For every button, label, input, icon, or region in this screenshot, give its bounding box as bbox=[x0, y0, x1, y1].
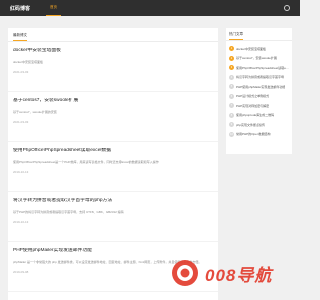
popular-posts-title: 热门文章 bbox=[229, 32, 243, 40]
sidebar-item[interactable]: 2 基于centos7，安装swoole扩展 bbox=[229, 54, 289, 64]
nav-home-link[interactable]: 首页 bbox=[46, 0, 62, 16]
sidebar-item[interactable]: 8 使用phpqrcode库生成二维码 bbox=[229, 111, 289, 121]
article-title-link[interactable]: 使用PhpOffice\PhpSpreadsheet读取excel数据 bbox=[13, 148, 213, 154]
sidebar-item-label: 使用PhpOffice\PhpSpreadsheet读取excel数据 bbox=[236, 65, 289, 70]
sidebar-item-label: 基于centos7，安装swoole扩展 bbox=[236, 56, 277, 61]
article-excerpt: docker中安装宝塔面板 bbox=[13, 60, 44, 64]
sidebar-item[interactable]: 10 常用PHP的Open数据结构 bbox=[229, 130, 289, 140]
watermark-logo-icon bbox=[168, 258, 202, 288]
sidebar-item[interactable]: 1 docker中安装宝塔面板 bbox=[229, 44, 289, 54]
sidebar-item[interactable]: 9 php实现文件断点续传 bbox=[229, 120, 289, 130]
article-date: 2021-03-03 bbox=[13, 120, 29, 124]
latest-posts-title: 最新博文 bbox=[13, 33, 27, 41]
popular-posts-header: 热门文章 bbox=[226, 28, 292, 41]
article-date: 2019-10-13 bbox=[13, 170, 29, 174]
sidebar-item[interactable]: 6 PHP设计模式之单例模式 bbox=[229, 92, 289, 102]
sidebar-item-label: 将汉字转为拼音或者提取汉字首字母 bbox=[236, 75, 285, 80]
rank-badge: 1 bbox=[229, 46, 234, 52]
latest-posts-header: 最新博文 bbox=[8, 28, 218, 42]
article-excerpt: 基于centos7，swoole扩展的安装 bbox=[13, 110, 57, 114]
article-item: docker中安装宝塔面板 docker中安装宝塔面板 2021-03-03 bbox=[8, 42, 218, 92]
rank-badge: 4 bbox=[229, 74, 234, 80]
rank-badge: 2 bbox=[229, 55, 234, 61]
article-excerpt: 基于PHP的将汉字转为拼音或者提取汉字首字母，支持 UTF8、GBK、GB231… bbox=[13, 210, 124, 214]
popular-posts-list: 1 docker中安装宝塔面板 2 基于centos7，安装swoole扩展 3… bbox=[226, 44, 292, 139]
watermark-text: 008导航 bbox=[205, 265, 273, 285]
article-title-link[interactable]: 基于centos7，安装swoole扩展 bbox=[13, 98, 213, 104]
article-title-link[interactable]: 将汉字转为拼音或者提取汉字首字母的php方法 bbox=[13, 198, 213, 204]
article-date: 2021-03-03 bbox=[13, 70, 29, 74]
rank-badge: 5 bbox=[229, 84, 234, 90]
article-excerpt: 使用PhpOffice\PhpSpreadsheet是一个PHP类库，用来读写表… bbox=[13, 160, 159, 164]
top-navigation-bar: 红码博客 首页 bbox=[0, 0, 300, 16]
article-item: 基于centos7，安装swoole扩展 基于centos7，swoole扩展的… bbox=[8, 92, 218, 142]
rank-badge: 7 bbox=[229, 103, 234, 109]
sidebar-item[interactable]: 3 使用PhpOffice\PhpSpreadsheet读取excel数据 bbox=[229, 63, 289, 73]
sidebar-item[interactable]: 5 PHP使用phpMailer实现发送邮件功能 bbox=[229, 82, 289, 92]
watermark-overlay: 008导航 bbox=[168, 256, 294, 290]
article-title-link[interactable]: docker中安装宝塔面板 bbox=[13, 48, 213, 54]
rank-badge: 9 bbox=[229, 122, 234, 128]
sidebar-item[interactable]: 7 PHP实现对称加密与解密 bbox=[229, 101, 289, 111]
search-icon[interactable] bbox=[284, 5, 290, 11]
sidebar-item-label: PHP设计模式之单例模式 bbox=[236, 94, 270, 99]
rank-badge: 3 bbox=[229, 65, 234, 71]
sidebar-item-label: php实现文件断点续传 bbox=[236, 122, 266, 127]
sidebar-item-label: PHP实现对称加密与解密 bbox=[236, 103, 270, 108]
article-title-link[interactable]: PHP使用phpMailer实现发送邮件功能 bbox=[13, 248, 213, 254]
rank-badge: 10 bbox=[229, 131, 234, 137]
sidebar-item-label: 常用PHP的Open数据结构 bbox=[236, 132, 271, 137]
sidebar-item[interactable]: 4 将汉字转为拼音或者提取汉字首字母 bbox=[229, 73, 289, 83]
rank-badge: 8 bbox=[229, 112, 234, 118]
sidebar-item-label: 使用phpqrcode库生成二维码 bbox=[236, 113, 275, 118]
rank-badge: 6 bbox=[229, 93, 234, 99]
article-item: 使用PhpOffice\PhpSpreadsheet读取excel数据 使用Ph… bbox=[8, 142, 218, 192]
article-item: 将汉字转为拼音或者提取汉字首字母的php方法 基于PHP的将汉字转为拼音或者提取… bbox=[8, 192, 218, 242]
site-logo[interactable]: 红码博客 bbox=[10, 5, 30, 12]
sidebar-item-label: PHP使用phpMailer实现发送邮件功能 bbox=[236, 84, 286, 89]
popular-posts-panel: 热门文章 1 docker中安装宝塔面板 2 基于centos7，安装swool… bbox=[226, 28, 292, 154]
article-date: 2019-10-13 bbox=[13, 220, 29, 224]
sidebar-item-label: docker中安装宝塔面板 bbox=[236, 46, 267, 51]
